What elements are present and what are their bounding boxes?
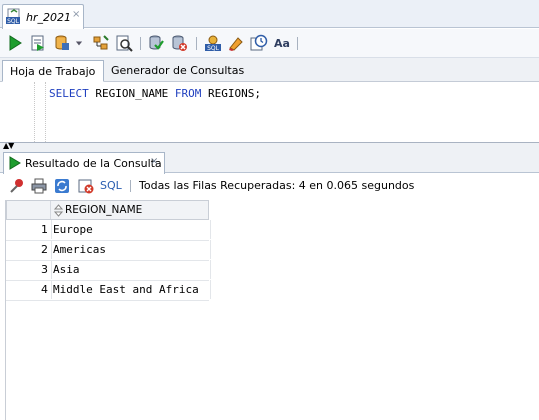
sql-keyword: FROM <box>174 87 202 100</box>
result-toolbar: SQL Todas las Filas Recuperadas: 4 en 0.… <box>0 174 539 198</box>
run-statement-icon[interactable] <box>5 33 25 53</box>
print-icon[interactable] <box>30 177 48 195</box>
row-number-header[interactable] <box>7 201 51 219</box>
document-tab-hr-2021[interactable]: SQL hr_2021 × <box>2 4 84 29</box>
result-tab-bar: Resultado de la Consulta × <box>0 150 539 174</box>
cell-region-name[interactable]: Asia <box>51 260 211 279</box>
table-row[interactable]: 2 Americas <box>6 240 211 261</box>
toolbar-separator <box>140 37 141 50</box>
clear-icon[interactable] <box>226 33 246 53</box>
format-case-icon[interactable]: Aa <box>272 33 292 53</box>
status-message: Todas las Filas Recuperadas: 4 en 0.065 … <box>139 179 415 192</box>
run-script-icon[interactable] <box>28 33 48 53</box>
run-result-icon <box>8 156 22 173</box>
document-tab-bar: SQL hr_2021 × <box>0 0 539 29</box>
sort-icon[interactable] <box>53 204 64 220</box>
cell-region-name[interactable]: Middle East and Africa <box>51 280 211 299</box>
sql-editor[interactable]: SELECT REGION_NAME FROM REGIONS; <box>0 82 539 142</box>
sql-file-icon: SQL <box>6 8 22 25</box>
splitter-collapse-icon[interactable]: ▲▼ <box>3 142 14 150</box>
explain-plan-icon[interactable] <box>91 33 111 53</box>
editor-gutter <box>34 82 35 142</box>
pane-splitter[interactable]: ▲▼ <box>0 142 539 150</box>
commit-transaction-icon[interactable] <box>146 33 166 53</box>
svg-text:SQL: SQL <box>207 45 220 52</box>
sql-text: REGION_NAME <box>88 87 175 100</box>
column-header-label: REGION_NAME <box>65 204 143 216</box>
grid-header: REGION_NAME <box>6 200 209 220</box>
row-number: 1 <box>41 223 48 236</box>
row-number: 3 <box>41 263 48 276</box>
document-tab-title: hr_2021 <box>26 11 71 24</box>
autotrace-icon[interactable] <box>114 33 134 53</box>
refresh-icon[interactable] <box>53 177 71 195</box>
cell-region-name[interactable]: Americas <box>51 240 211 259</box>
sql-tuning-icon[interactable]: SQL <box>203 33 223 53</box>
result-tab-label: Resultado de la Consulta <box>25 157 162 170</box>
toolbar-separator <box>196 37 197 50</box>
table-row[interactable]: 3 Asia <box>6 260 211 281</box>
table-row[interactable]: 1 Europe <box>6 220 211 241</box>
history-icon[interactable] <box>249 33 269 53</box>
close-tab-icon[interactable]: × <box>72 9 80 20</box>
sql-text: REGIONS; <box>201 87 261 100</box>
toolbar-separator <box>130 180 131 192</box>
editor-gutter-margin <box>45 82 46 142</box>
row-number: 4 <box>41 283 48 296</box>
result-grid[interactable]: REGION_NAME 1 Europe 2 Americas 3 Asia 4… <box>5 200 539 420</box>
sql-link[interactable]: SQL <box>100 179 122 192</box>
column-header-region-name[interactable]: REGION_NAME <box>51 201 209 219</box>
row-number: 2 <box>41 243 48 256</box>
worksheet-tabs: Hoja de Trabajo Generador de Consultas <box>0 58 539 82</box>
sql-keyword: SELECT <box>49 87 89 100</box>
sql-statement[interactable]: SELECT REGION_NAME FROM REGIONS; <box>49 87 261 100</box>
tab-generador-de-consultas[interactable]: Generador de Consultas <box>104 60 254 82</box>
commit-icon[interactable] <box>52 33 72 53</box>
toolbar-separator <box>297 37 298 50</box>
svg-text:SQL: SQL <box>7 18 20 25</box>
close-result-tab-icon[interactable]: × <box>150 156 158 167</box>
cell-region-name[interactable]: Europe <box>51 220 211 239</box>
worksheet-toolbar: SQL Aa <box>0 29 539 58</box>
tab-resultado-de-la-consulta[interactable]: Resultado de la Consulta × <box>3 152 165 174</box>
pin-icon[interactable] <box>8 177 26 195</box>
rollback-icon[interactable] <box>169 33 189 53</box>
dropdown-icon[interactable] <box>72 33 86 53</box>
cancel-fetch-icon[interactable] <box>77 177 95 195</box>
table-row[interactable]: 4 Middle East and Africa <box>6 280 211 301</box>
tab-hoja-de-trabajo[interactable]: Hoja de Trabajo <box>2 60 104 82</box>
